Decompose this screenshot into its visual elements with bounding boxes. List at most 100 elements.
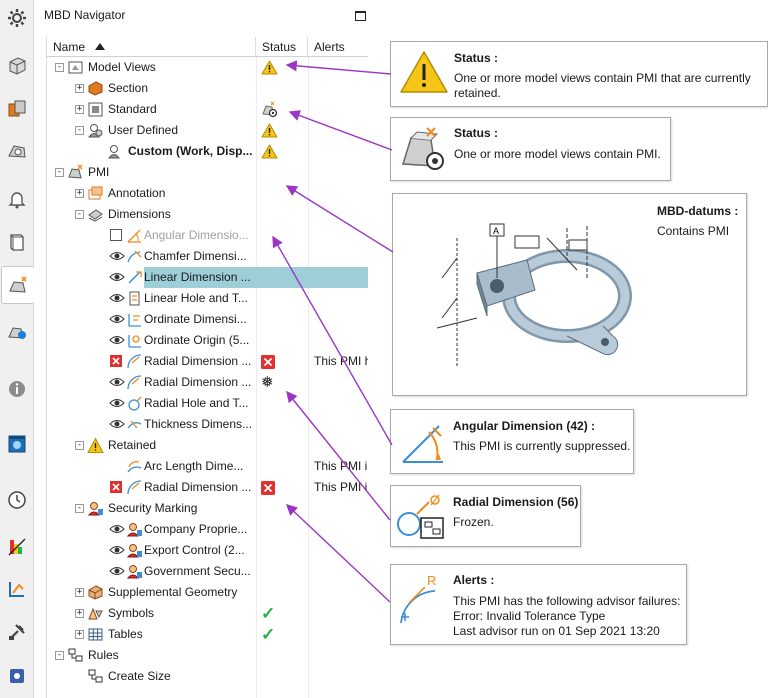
tree-row[interactable]: - User Defined xyxy=(47,120,368,141)
status-cell xyxy=(256,666,308,687)
analysis-icon[interactable] xyxy=(3,533,31,561)
visibility-eye-icon[interactable] xyxy=(109,291,125,305)
tree-row[interactable]: Thickness Dimens... xyxy=(47,414,368,435)
constraint-icon[interactable] xyxy=(3,137,31,165)
visibility-eye-icon[interactable] xyxy=(109,564,125,578)
column-header-name[interactable]: Name xyxy=(47,37,256,57)
tree-row[interactable]: + Section xyxy=(47,78,368,99)
roles-icon[interactable] xyxy=(3,662,31,690)
info-icon[interactable] xyxy=(3,375,31,403)
linear-hole-icon xyxy=(126,290,143,307)
collapse-icon[interactable]: - xyxy=(75,441,84,450)
tree-row[interactable]: Radial Hole and T... xyxy=(47,393,368,414)
tree-row[interactable]: Radial Dimension ... This PMI h xyxy=(47,351,368,372)
expand-icon[interactable]: + xyxy=(75,588,84,597)
tree-row[interactable]: Create Size xyxy=(47,666,368,687)
tree-row[interactable]: Radial Dimension ... This PMI i xyxy=(47,477,368,498)
tree-item-label: Ordinate Dimensi... xyxy=(144,312,247,326)
tree-row[interactable]: Radial Dimension ... ❅ xyxy=(47,372,368,393)
status-cell xyxy=(256,141,308,162)
settings-icon[interactable] xyxy=(3,4,31,32)
mbd-navigator-icon[interactable] xyxy=(1,266,34,304)
maximize-icon[interactable] xyxy=(355,11,366,21)
visibility-eye-icon[interactable] xyxy=(109,543,125,557)
tree-name-cell: + Section xyxy=(47,78,256,99)
visibility-eye-icon[interactable] xyxy=(109,270,125,284)
visibility-eye-icon[interactable] xyxy=(109,417,125,431)
collapse-icon[interactable]: - xyxy=(55,63,64,72)
visibility-eye-icon[interactable] xyxy=(109,375,125,389)
reuse-icon[interactable] xyxy=(3,575,31,603)
tree-row[interactable]: Export Control (2... xyxy=(47,540,368,561)
callout-body: Frozen. xyxy=(453,515,494,529)
browser-icon[interactable] xyxy=(3,430,31,458)
status-cell xyxy=(256,57,308,78)
tree-row[interactable]: Custom (Work, Disp... xyxy=(47,141,368,162)
pmi-gear-icon xyxy=(262,101,278,118)
tree-row[interactable]: Arc Length Dime... This PMI i xyxy=(47,456,368,477)
tree-row[interactable]: - Retained xyxy=(47,435,368,456)
tree-item-label: Thickness Dimens... xyxy=(144,417,253,431)
status-cell xyxy=(256,540,308,561)
pmi-tools-icon[interactable] xyxy=(3,318,31,346)
section-view-icon xyxy=(87,80,104,97)
tree-row[interactable]: + Symbols ✓ xyxy=(47,603,368,624)
expand-icon[interactable]: + xyxy=(75,84,84,93)
custom-view-icon xyxy=(107,143,124,160)
tree-row[interactable]: + Supplemental Geometry xyxy=(47,582,368,603)
tree-row[interactable]: Chamfer Dimensi... xyxy=(47,246,368,267)
column-header-status[interactable]: Status xyxy=(256,37,308,57)
tree-item-label: Export Control (2... xyxy=(144,543,245,557)
status-cell xyxy=(256,246,308,267)
pmi-gear-icon xyxy=(402,127,444,170)
status-cell: ✓ xyxy=(256,603,308,624)
tree-row[interactable]: Ordinate Dimensi... xyxy=(47,309,368,330)
tree-row[interactable]: + Tables ✓ xyxy=(47,624,368,645)
expand-icon[interactable]: + xyxy=(75,630,84,639)
visibility-eye-icon[interactable] xyxy=(109,396,125,410)
assembly-icon[interactable] xyxy=(3,95,31,123)
tree-row[interactable]: + Standard xyxy=(47,99,368,120)
expand-icon[interactable]: + xyxy=(75,189,84,198)
tree-row[interactable]: + Annotation xyxy=(47,183,368,204)
collapse-icon[interactable]: - xyxy=(75,126,84,135)
visibility-eye-icon[interactable] xyxy=(109,312,125,326)
tree-row[interactable]: Company Proprie... xyxy=(47,519,368,540)
clock-icon[interactable] xyxy=(3,486,31,514)
tree-row[interactable]: - Rules xyxy=(47,645,368,666)
collapse-icon[interactable]: - xyxy=(55,651,64,660)
expand-icon[interactable]: + xyxy=(75,105,84,114)
visibility-eye-icon[interactable] xyxy=(109,522,125,536)
tree-row[interactable]: - PMI xyxy=(47,162,368,183)
tree-row[interactable]: Government Secu... xyxy=(47,561,368,582)
part-icon[interactable] xyxy=(3,52,31,80)
tree-row[interactable]: Linear Dimension ... xyxy=(47,267,368,288)
sort-ascending-icon xyxy=(95,43,106,50)
tree-item-label: Custom (Work, Disp... xyxy=(128,144,253,158)
column-header-alerts[interactable]: Alerts xyxy=(308,37,368,57)
book-icon[interactable] xyxy=(3,228,31,256)
tree-name-cell: Create Size xyxy=(47,666,256,687)
status-cell xyxy=(256,414,308,435)
tree-row[interactable]: - Security Marking xyxy=(47,498,368,519)
tree-row[interactable]: - Dimensions xyxy=(47,204,368,225)
status-cell xyxy=(256,582,308,603)
callout-status-warning: Status : One or more model views contain… xyxy=(390,41,768,107)
expand-icon[interactable]: + xyxy=(75,609,84,618)
visibility-eye-icon[interactable] xyxy=(109,249,125,263)
tools-icon[interactable] xyxy=(3,618,31,646)
tree-row[interactable]: Ordinate Origin (5... xyxy=(47,330,368,351)
collapse-icon[interactable]: - xyxy=(75,504,84,513)
visibility-checkbox[interactable] xyxy=(110,229,122,241)
collapse-icon[interactable]: - xyxy=(55,168,64,177)
radius-glyph: R xyxy=(427,573,436,588)
bell-icon[interactable] xyxy=(3,185,31,213)
security-marking-icon xyxy=(87,500,104,517)
visibility-eye-icon[interactable] xyxy=(109,333,125,347)
tree-row[interactable]: Linear Hole and T... xyxy=(47,288,368,309)
tree-row[interactable]: - Model Views xyxy=(47,57,368,78)
tree-row[interactable]: Angular Dimensio... xyxy=(47,225,368,246)
collapse-icon[interactable]: - xyxy=(75,210,84,219)
chamfer-dimension-icon xyxy=(126,248,143,265)
tree-item-label: Linear Dimension ... xyxy=(144,270,251,284)
